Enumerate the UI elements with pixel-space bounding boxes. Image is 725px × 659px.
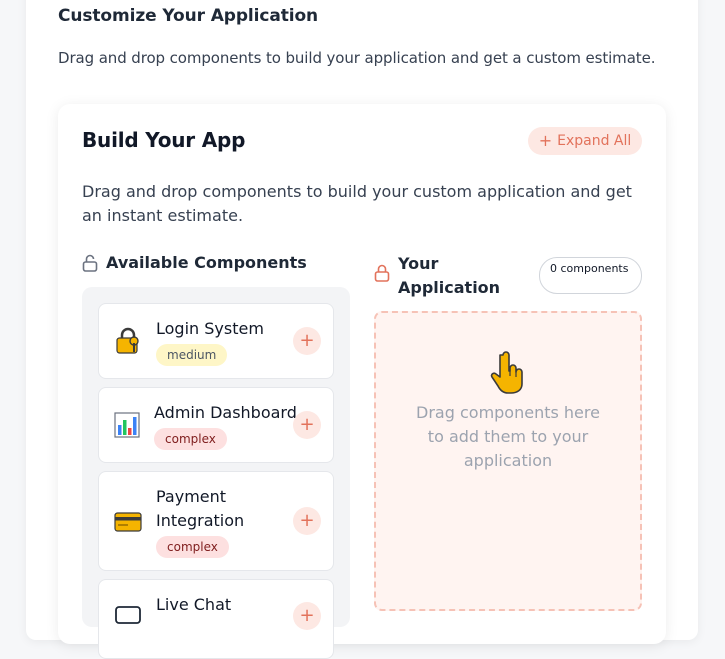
builder-title: Build Your App xyxy=(82,128,246,152)
component-card-payment-integration[interactable]: Payment Integration complex + xyxy=(98,471,334,571)
component-card-admin-dashboard[interactable]: Admin Dashboard complex + xyxy=(98,387,334,463)
component-card-live-chat[interactable]: Live Chat + xyxy=(98,579,334,659)
pointing-hand-icon xyxy=(490,351,523,394)
component-count-badge: 0 components xyxy=(539,257,642,294)
unlock-icon xyxy=(82,254,98,272)
chat-icon xyxy=(113,602,143,632)
expand-all-label: Expand All xyxy=(557,133,632,149)
lock-icon xyxy=(374,264,390,282)
component-name: Login System xyxy=(156,319,264,338)
component-name: Live Chat xyxy=(156,595,232,614)
available-components-heading: Available Components xyxy=(82,253,307,272)
credit-card-icon xyxy=(113,507,143,537)
component-name: Admin Dashboard xyxy=(154,403,297,422)
lock-key-icon xyxy=(113,326,143,356)
complexity-badge: medium xyxy=(156,344,228,366)
complexity-badge: complex xyxy=(156,536,229,558)
builder-description: Drag and drop components to build your c… xyxy=(82,182,632,225)
add-component-button[interactable]: + xyxy=(293,602,321,630)
your-application-heading: Your Application xyxy=(374,252,508,300)
bar-chart-icon xyxy=(112,410,142,440)
page-title: Customize Your Application xyxy=(58,6,319,26)
complexity-badge: complex xyxy=(154,428,227,450)
expand-all-button[interactable]: + Expand All xyxy=(528,127,642,155)
add-component-button[interactable]: + xyxy=(293,327,321,355)
drop-zone-hint: Drag components here to add them to your… xyxy=(416,403,600,470)
your-application-label: Your Application xyxy=(398,254,501,297)
add-component-button[interactable]: + xyxy=(293,507,321,535)
page-description: Drag and drop components to build your a… xyxy=(58,49,656,67)
add-component-button[interactable]: + xyxy=(293,411,321,439)
available-components-label: Available Components xyxy=(106,253,307,272)
component-name: Payment Integration xyxy=(156,487,245,530)
plus-icon: + xyxy=(538,131,553,150)
component-card-login-system[interactable]: Login System medium + xyxy=(98,303,334,379)
